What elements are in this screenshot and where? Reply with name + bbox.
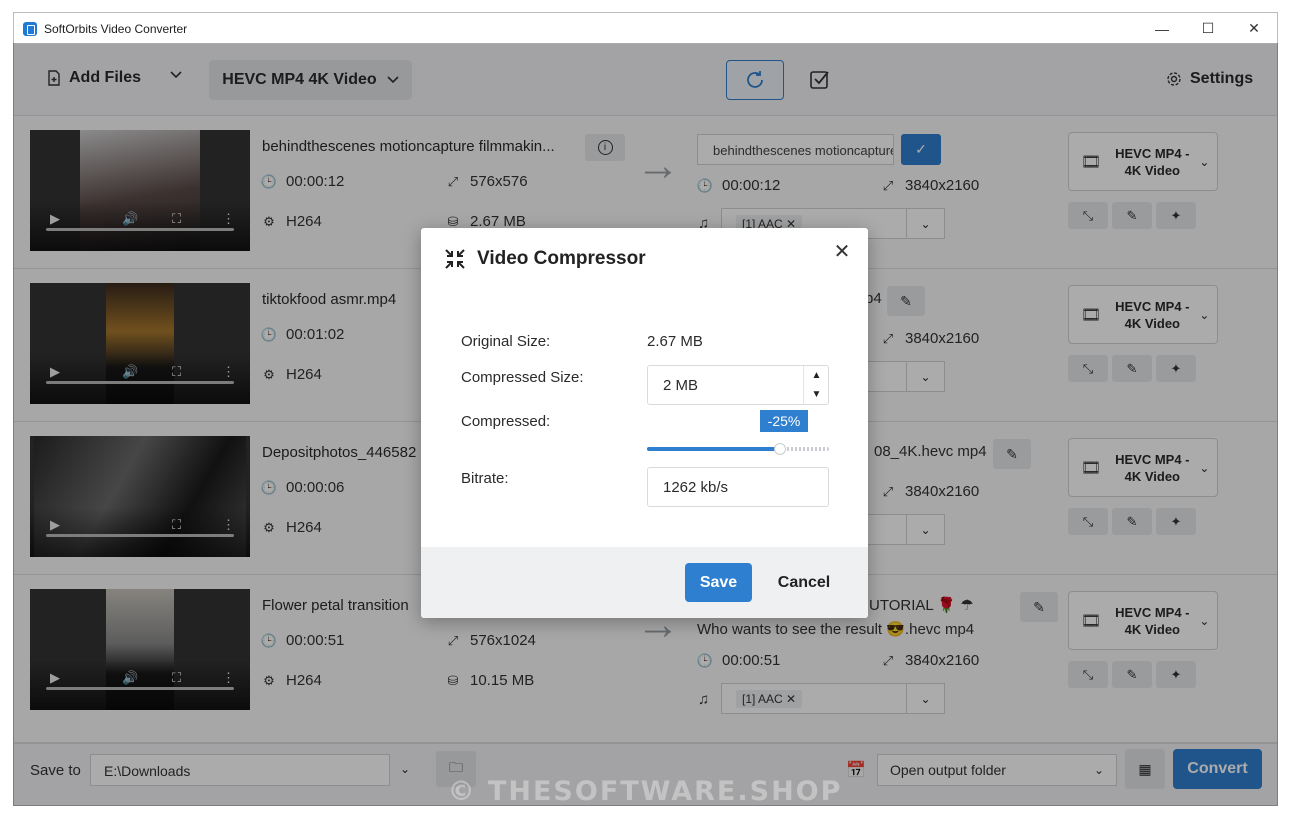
watermark-text: © THESOFTWARE.SHOP: [447, 776, 843, 807]
app-logo-icon: [23, 21, 37, 36]
original-size-value: 2.67 MB: [647, 333, 703, 350]
bitrate-input[interactable]: 1262 kb/s: [647, 467, 829, 507]
minimize-button[interactable]: —: [1139, 13, 1185, 44]
stepper-down-icon[interactable]: ▼: [804, 385, 829, 404]
original-size-label: Original Size:: [461, 333, 551, 350]
compressed-label: Compressed:: [461, 413, 551, 430]
bitrate-label: Bitrate:: [461, 470, 509, 487]
compressed-size-input[interactable]: 2 MB: [647, 365, 829, 405]
dialog-footer: Save Cancel: [421, 547, 868, 618]
compress-icon: [444, 248, 466, 270]
compression-slider[interactable]: [647, 443, 829, 455]
title-bar: SoftOrbits Video Converter — ☐ ✕: [14, 13, 1277, 44]
stepper-up-icon[interactable]: ▲: [804, 366, 829, 385]
slider-fill: [647, 447, 780, 451]
video-compressor-dialog: Video Compressor ✕ Original Size: 2.67 M…: [421, 228, 868, 618]
maximize-button[interactable]: ☐: [1185, 13, 1231, 44]
window-title: SoftOrbits Video Converter: [44, 21, 188, 36]
save-button[interactable]: Save: [685, 563, 752, 602]
compression-percent-badge: -25%: [760, 410, 808, 432]
close-icon[interactable]: ✕: [831, 240, 853, 263]
close-window-button[interactable]: ✕: [1231, 13, 1277, 44]
slider-handle[interactable]: [773, 443, 786, 455]
size-stepper[interactable]: ▲ ▼: [803, 366, 829, 404]
dialog-title: Video Compressor: [477, 248, 646, 269]
compressed-size-label: Compressed Size:: [461, 369, 584, 386]
cancel-button[interactable]: Cancel: [770, 563, 838, 602]
